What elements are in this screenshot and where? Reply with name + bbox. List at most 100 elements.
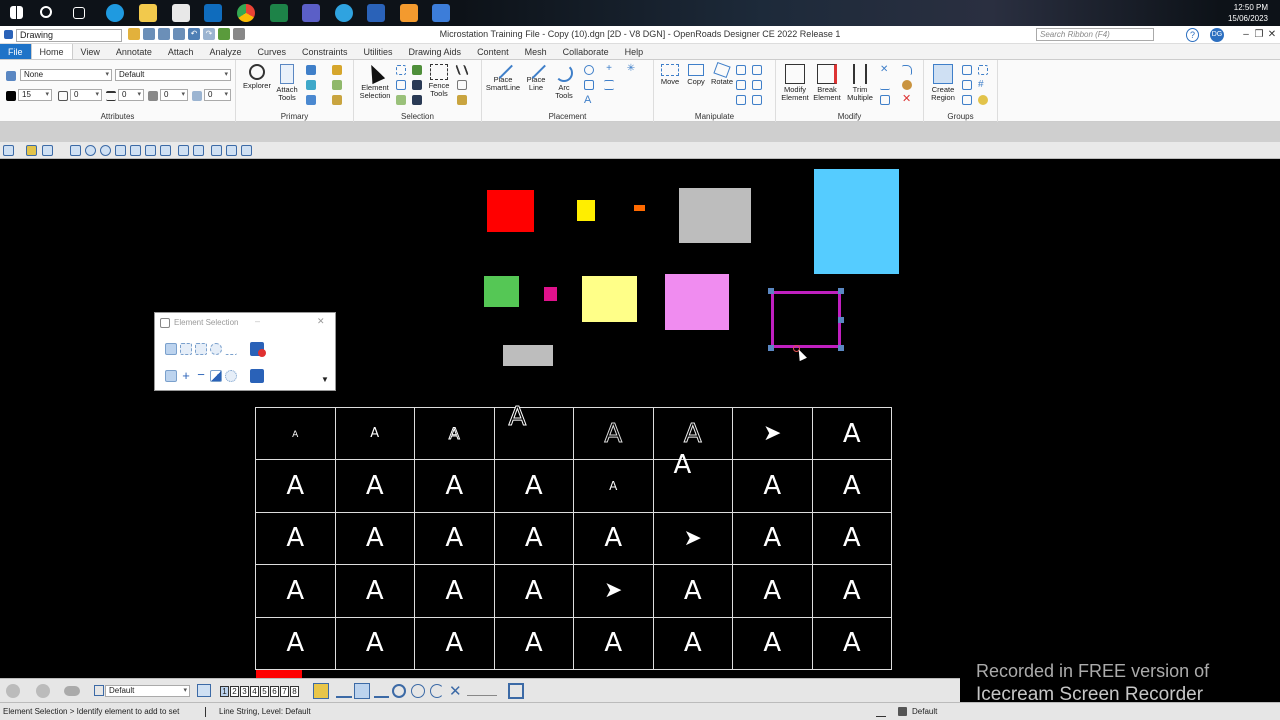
grid-cell[interactable]: A <box>652 564 733 618</box>
active-level-combo[interactable]: Default <box>105 685 190 697</box>
circle-method-icon[interactable] <box>210 343 222 355</box>
grid-text[interactable]: A <box>286 523 304 553</box>
fit-view-icon[interactable] <box>130 145 141 156</box>
grid-cell[interactable]: A <box>811 511 892 566</box>
power-selector-icon[interactable] <box>396 95 406 105</box>
view-attributes-icon[interactable] <box>3 145 14 156</box>
circle-icon[interactable] <box>584 65 594 75</box>
level-display-icon[interactable] <box>332 80 342 90</box>
view-2-button[interactable]: 2 <box>230 686 239 697</box>
array-icon[interactable] <box>736 80 746 90</box>
fence-tools-button[interactable]: Fence Tools <box>424 64 454 98</box>
grid-text[interactable]: A <box>674 450 692 480</box>
block-method-icon[interactable] <box>180 343 192 355</box>
save-all-icon[interactable] <box>158 28 170 40</box>
gray-rectangle[interactable] <box>679 188 751 243</box>
cloud-icon[interactable] <box>64 686 80 696</box>
grid-cell[interactable]: ➤ <box>573 564 654 618</box>
text-placement-icon[interactable]: A <box>584 95 594 106</box>
tab-constraints[interactable]: Constraints <box>294 44 356 59</box>
light-bulb-icon[interactable] <box>978 95 988 105</box>
view-8-button[interactable]: 8 <box>290 686 299 697</box>
hatch-icon[interactable] <box>962 80 972 90</box>
pin-icon[interactable] <box>218 28 230 40</box>
grid-cell[interactable]: A <box>732 511 813 566</box>
trim-multiple-button[interactable]: Trim Multiple <box>844 64 876 102</box>
recorder-icon[interactable] <box>400 4 418 22</box>
grid-text[interactable]: A <box>683 418 702 449</box>
tab-attach[interactable]: Attach <box>160 44 202 59</box>
tab-analyze[interactable]: Analyze <box>201 44 249 59</box>
tab-utilities[interactable]: Utilities <box>356 44 401 59</box>
text-style-combo[interactable]: Default <box>115 69 231 81</box>
arrow-glyph[interactable]: ➤ <box>684 526 702 551</box>
selection-handle[interactable] <box>768 345 774 351</box>
grid-text[interactable]: A <box>445 523 463 553</box>
center-snap-icon[interactable] <box>392 684 406 698</box>
compress-icon[interactable] <box>173 28 185 40</box>
view-7-button[interactable]: 7 <box>280 686 289 697</box>
models-icon[interactable] <box>306 65 316 75</box>
grid-cell[interactable]: A <box>493 402 574 461</box>
references-icon[interactable] <box>332 65 342 75</box>
grid-cell[interactable]: A <box>414 616 495 670</box>
grid-text[interactable]: A <box>604 628 622 658</box>
tab-home[interactable]: Home <box>30 44 73 59</box>
gray-bar[interactable] <box>503 345 553 366</box>
new-selection-icon[interactable] <box>165 370 177 382</box>
add-to-graphic-group-icon[interactable] <box>962 95 972 105</box>
selection-handle[interactable] <box>838 317 844 323</box>
extend-icon[interactable]: ✕ <box>880 65 890 75</box>
view-4-button[interactable]: 4 <box>250 686 259 697</box>
grid-text[interactable]: A <box>366 628 384 658</box>
grid-cell[interactable]: A <box>732 459 813 513</box>
grid-text[interactable]: A <box>370 426 379 441</box>
arrow-glyph[interactable]: ➤ <box>604 578 622 603</box>
place-line-button[interactable]: Place Line <box>522 59 550 92</box>
shape-method-icon[interactable] <box>195 343 207 355</box>
cyan-rectangle[interactable] <box>814 169 899 274</box>
tangent-snap-icon[interactable] <box>430 684 444 698</box>
keypoint-snap-icon[interactable] <box>354 683 370 699</box>
view-groups-icon[interactable] <box>197 684 211 697</box>
grid-cell[interactable]: A <box>255 616 336 670</box>
search-ribbon-input[interactable]: Search Ribbon (F4) <box>1036 28 1154 41</box>
tab-drawing-aids[interactable]: Drawing Aids <box>401 44 470 59</box>
individual-method-icon[interactable] <box>165 343 177 355</box>
store-icon[interactable] <box>172 4 190 22</box>
grid-text[interactable]: A <box>604 523 622 553</box>
pattern-icon[interactable]: # <box>978 80 988 90</box>
pan-view-icon[interactable] <box>160 145 171 156</box>
key-in-icon[interactable] <box>332 95 342 105</box>
select-none-icon[interactable] <box>396 80 406 90</box>
tab-mesh[interactable]: Mesh <box>517 44 555 59</box>
view-next-icon[interactable] <box>193 145 204 156</box>
grid-cell[interactable]: A <box>573 459 654 513</box>
line-method-icon[interactable] <box>225 343 237 355</box>
arc-tools-button[interactable]: Arc Tools <box>550 64 578 100</box>
view-1-button[interactable]: 1 <box>220 686 229 697</box>
grid-text[interactable]: A <box>843 628 861 658</box>
line-weight-combo[interactable]: 0 <box>118 89 144 101</box>
grid-cell[interactable]: A <box>334 406 415 461</box>
clip-mask-icon[interactable] <box>241 145 252 156</box>
nearest-snap-icon[interactable] <box>374 684 389 698</box>
grid-text[interactable]: A <box>525 576 543 606</box>
excel-icon[interactable] <box>270 4 288 22</box>
grid-text[interactable]: A <box>609 479 617 493</box>
grid-cell[interactable]: A <box>334 564 415 618</box>
grid-text[interactable]: A <box>366 523 384 553</box>
grid-text[interactable]: A <box>843 471 861 501</box>
mirror-icon[interactable] <box>752 65 762 75</box>
save-icon[interactable] <box>143 28 155 40</box>
priority-combo[interactable]: 0 <box>204 89 231 101</box>
grid-text[interactable]: A <box>445 576 463 606</box>
grid-cell[interactable]: A <box>732 564 813 618</box>
grid-cell[interactable]: A <box>255 564 336 618</box>
print-icon[interactable] <box>233 28 245 40</box>
group-icon[interactable] <box>962 65 972 75</box>
pale-yellow-rectangle[interactable] <box>582 276 637 322</box>
rotate-view-icon[interactable] <box>145 145 156 156</box>
delete-icon[interactable]: ✕ <box>902 94 912 105</box>
grid-cell[interactable]: A <box>414 406 495 461</box>
